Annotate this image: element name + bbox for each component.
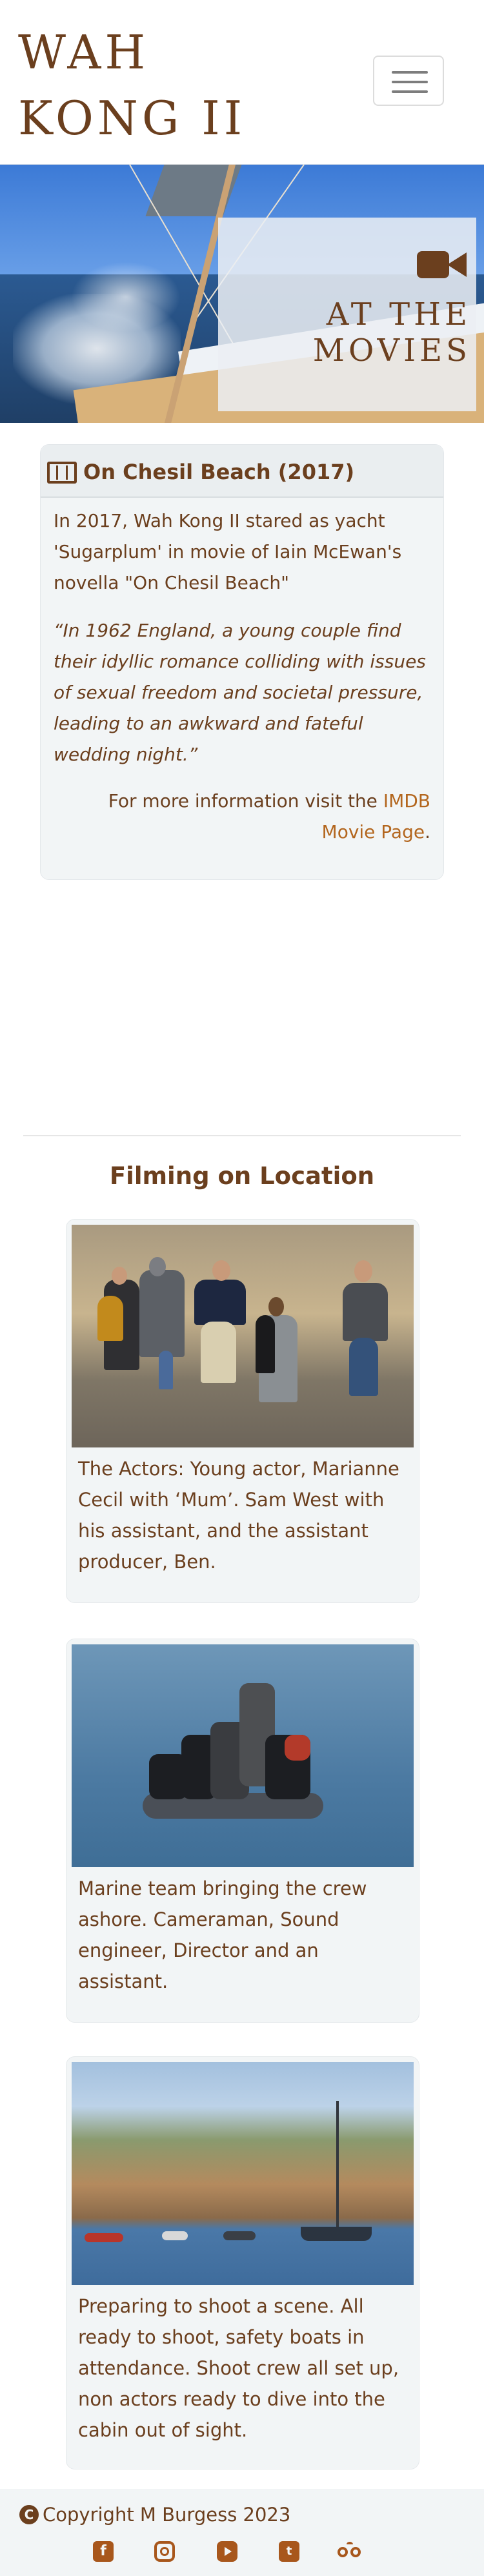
hamburger-icon-bar	[392, 90, 428, 93]
video-camera-icon	[417, 249, 467, 281]
brand-line-2: KONG II	[18, 91, 247, 145]
photo-caption: Preparing to shoot a scene. All ready to…	[78, 2295, 399, 2441]
film-icon	[47, 462, 77, 484]
photo-figure	[159, 1351, 173, 1389]
photo-figure	[256, 1315, 275, 1373]
twitter-icon[interactable]: t	[277, 2539, 301, 2564]
movie-card: On Chesil Beach (2017) In 2017, Wah Kong…	[40, 444, 444, 880]
photo-figure-head	[268, 1297, 284, 1316]
photo-figure-head	[212, 1260, 230, 1281]
hero-image-spray	[71, 261, 181, 332]
more-info-text: For more information visit the IMDB Movi…	[54, 786, 430, 848]
photo-yacht-mast	[336, 2101, 339, 2230]
photo-card-actors: The Actors: Young actor, Marianne Cecil …	[66, 1219, 419, 1603]
filming-section-title: Filming on Location	[109, 1162, 375, 1190]
hero-title-line-1: AT THE	[326, 296, 471, 332]
photo-figure	[194, 1280, 246, 1325]
photo-figure	[201, 1322, 236, 1383]
photo-caption: Marine team bringing the crew ashore. Ca…	[78, 1877, 367, 1992]
facebook-icon[interactable]: f	[91, 2539, 116, 2564]
photo-marine-team-boat[interactable]	[72, 1644, 414, 1867]
hero-title: AT THE MOVIES	[313, 296, 471, 369]
photo-safety-boat	[223, 2231, 256, 2240]
photo-card-marine-team: Marine team bringing the crew ashore. Ca…	[66, 1639, 419, 2023]
photo-caption: The Actors: Young actor, Marianne Cecil …	[78, 1458, 399, 1573]
brand-line-1: WAH	[18, 25, 150, 79]
photo-figure	[97, 1296, 123, 1341]
photo-figure-head	[112, 1267, 127, 1285]
photo-figure-head	[149, 1257, 166, 1276]
more-info-prefix: For more information visit the	[108, 790, 383, 812]
photo-figure	[343, 1283, 388, 1341]
hero-title-box: AT THE MOVIES	[218, 218, 476, 411]
photo-yacht	[301, 2227, 372, 2241]
section-divider	[23, 1135, 461, 1136]
movie-card-quote: “In 1962 England, a young couple find th…	[54, 620, 426, 765]
copyright-text: Copyright M Burgess 2023	[43, 2504, 291, 2526]
photo-boat-gear	[285, 1735, 310, 1761]
navbar: WAH KONG II	[0, 0, 484, 165]
movie-card-body: In 2017, Wah Kong II stared as yacht 'Su…	[41, 498, 443, 848]
youtube-icon[interactable]	[215, 2539, 239, 2564]
photo-safety-boat	[85, 2233, 123, 2242]
photo-figure	[349, 1338, 378, 1396]
hamburger-icon-bar	[392, 81, 428, 83]
more-info-suffix: .	[425, 821, 430, 843]
photo-yacht-below-cliffs[interactable]	[72, 2062, 414, 2285]
photo-card-shoot-prep: Preparing to shoot a scene. All ready to…	[66, 2056, 419, 2469]
photo-figure	[139, 1270, 185, 1357]
photo-safety-boat	[162, 2231, 188, 2240]
copyright: C Copyright M Burgess 2023	[19, 2502, 290, 2528]
copyright-icon: C	[19, 2505, 39, 2524]
brand-logo[interactable]: WAH KONG II	[18, 19, 246, 151]
movie-card-text: In 2017, Wah Kong II stared as yacht 'Su…	[54, 510, 402, 593]
movie-card-title: On Chesil Beach (2017)	[83, 460, 355, 484]
movie-card-header: On Chesil Beach (2017)	[41, 445, 443, 498]
menu-toggle-button[interactable]	[373, 56, 444, 106]
hero-banner: AT THE MOVIES	[0, 165, 484, 423]
hero-title-line-2: MOVIES	[312, 332, 471, 369]
hamburger-icon	[392, 71, 428, 74]
photo-actors-on-beach[interactable]	[72, 1225, 414, 1447]
photo-figure-head	[354, 1260, 372, 1282]
tripadvisor-icon[interactable]	[338, 2539, 367, 2564]
instagram-icon[interactable]	[152, 2539, 177, 2564]
footer: C Copyright M Burgess 2023 f t	[0, 2489, 484, 2576]
